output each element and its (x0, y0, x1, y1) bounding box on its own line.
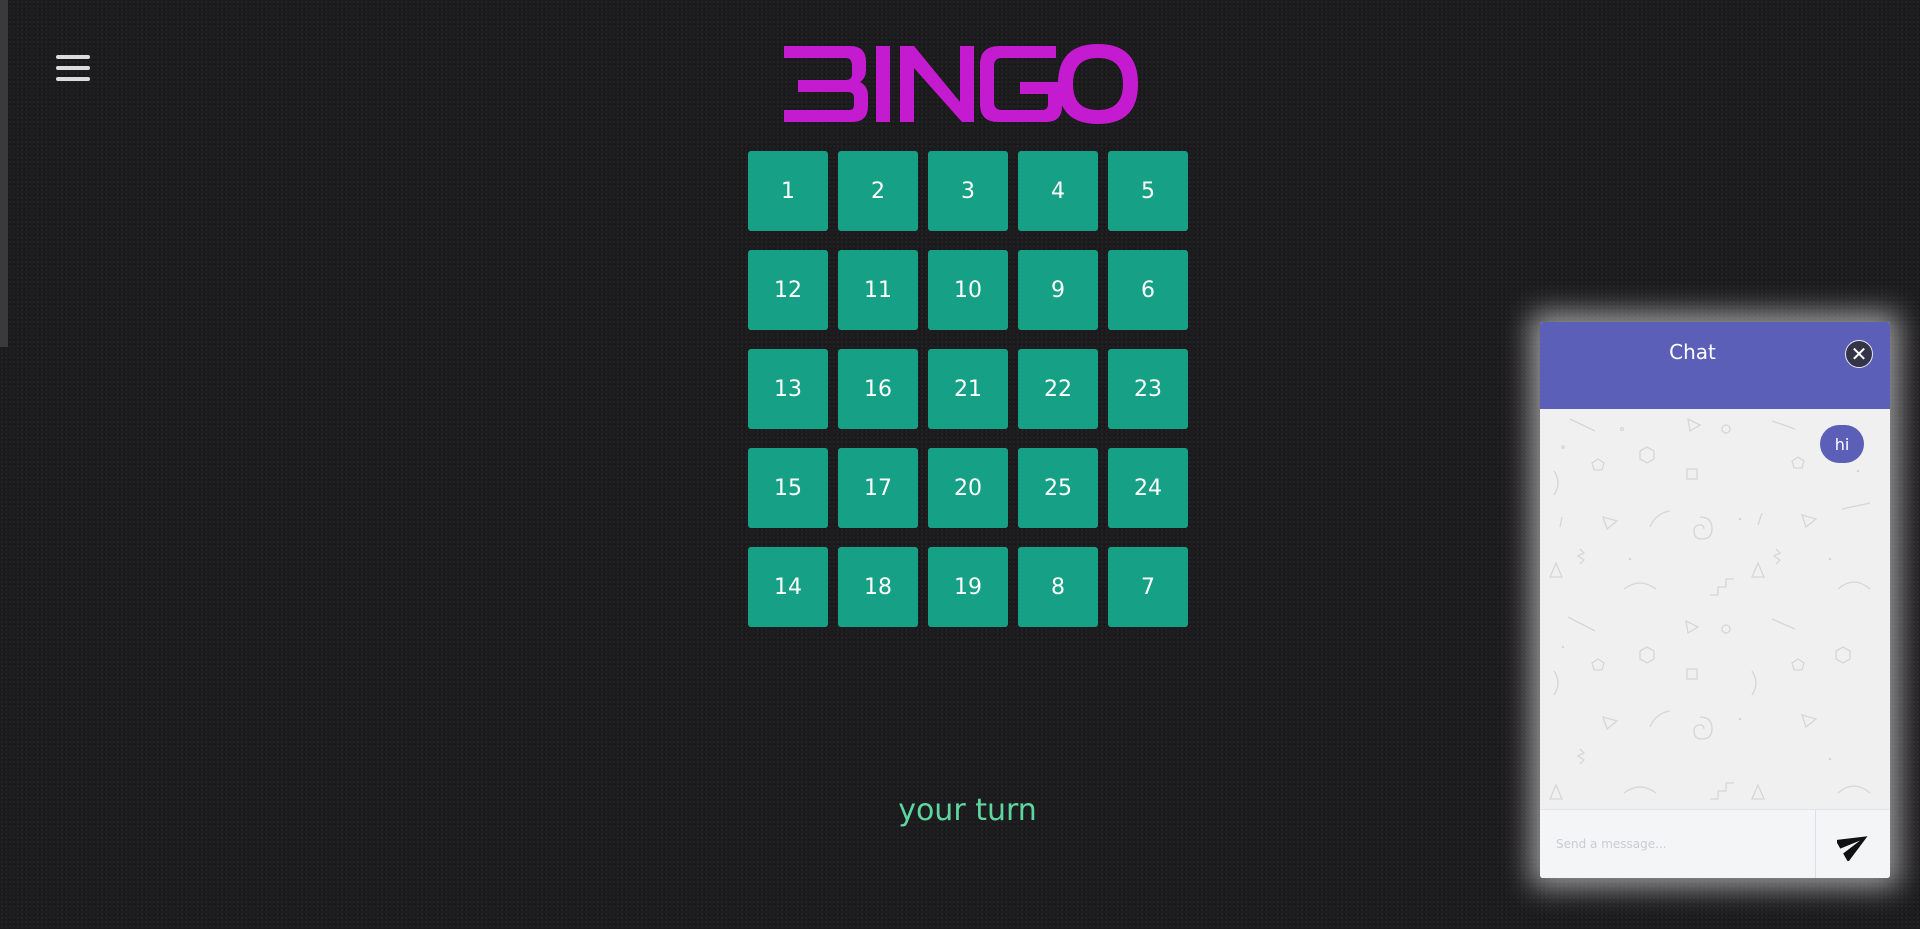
chat-title: Chat (1669, 340, 1716, 364)
board-cell[interactable]: 5 (1108, 151, 1188, 231)
chat-background-pattern (1549, 417, 1871, 800)
board-cell[interactable]: 1 (748, 151, 828, 231)
board-cell[interactable]: 8 (1018, 547, 1098, 627)
board-cell[interactable]: 22 (1018, 349, 1098, 429)
board-cell[interactable]: 15 (748, 448, 828, 528)
board-cell[interactable]: 18 (838, 547, 918, 627)
send-button[interactable] (1817, 810, 1890, 878)
chat-messages: hi (1540, 409, 1890, 809)
hamburger-menu-icon[interactable] (56, 55, 90, 81)
board-cell[interactable]: 23 (1108, 349, 1188, 429)
board-cell[interactable]: 3 (928, 151, 1008, 231)
send-paper-plane-icon (1836, 836, 1867, 861)
left-scroll-strip (0, 0, 8, 347)
board-cell[interactable]: 21 (928, 349, 1008, 429)
board-cell[interactable]: 17 (838, 448, 918, 528)
board-cell[interactable]: 16 (838, 349, 918, 429)
board-cell[interactable]: 14 (748, 547, 828, 627)
board-cell[interactable]: 11 (838, 250, 918, 330)
board-cell[interactable]: 4 (1018, 151, 1098, 231)
chat-message-bubble: hi (1820, 425, 1864, 463)
close-icon[interactable]: ✕ (1845, 340, 1873, 368)
board-cell[interactable]: 19 (928, 547, 1008, 627)
board-cell[interactable]: 20 (928, 448, 1008, 528)
board-cell[interactable]: 12 (748, 250, 828, 330)
board-cell[interactable]: 10 (928, 250, 1008, 330)
board-cell[interactable]: 7 (1108, 547, 1188, 627)
board-cell[interactable]: 9 (1018, 250, 1098, 330)
bingo-board: 1 2 3 4 5 12 11 10 9 6 13 16 21 22 23 15… (748, 151, 1188, 627)
board-cell[interactable]: 24 (1108, 448, 1188, 528)
board-cell[interactable]: 2 (838, 151, 918, 231)
chat-header: Chat ✕ (1540, 322, 1890, 409)
board-cell[interactable]: 6 (1108, 250, 1188, 330)
board-cell[interactable]: 13 (748, 349, 828, 429)
chat-footer (1540, 809, 1890, 878)
chat-widget: Chat ✕ hi Send a message... (1540, 322, 1890, 878)
bingo-logo (784, 44, 1138, 124)
chat-message-input[interactable] (1540, 810, 1816, 878)
board-cell[interactable]: 25 (1018, 448, 1098, 528)
